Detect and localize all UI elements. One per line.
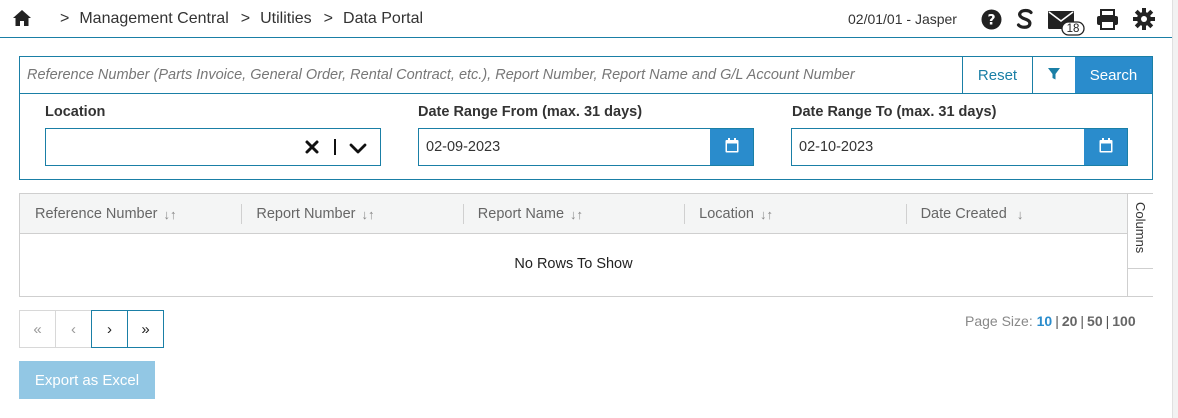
breadcrumb: > Management Central > Utilities > Data … <box>60 10 435 28</box>
first-page-button[interactable]: « <box>19 310 56 348</box>
column-header-location[interactable]: Location ↓↑ <box>684 194 905 234</box>
column-header-report-name[interactable]: Report Name ↓↑ <box>462 194 684 234</box>
search-button[interactable]: Search <box>1075 57 1152 93</box>
page-size-20[interactable]: 20 <box>1062 313 1078 329</box>
page-size-label: Page Size: <box>965 313 1033 329</box>
column-label: Date Created <box>920 206 1007 222</box>
page-size-separator: | <box>1080 313 1085 329</box>
chevron-down-icon[interactable] <box>348 140 368 156</box>
sort-icon: ↓↑ <box>361 206 375 222</box>
page-size-selector: Page Size: 10 | 20 | 50 | 100 <box>965 313 1136 329</box>
next-page-button[interactable]: › <box>91 310 128 348</box>
prev-page-button[interactable]: ‹ <box>55 310 92 348</box>
calendar-icon <box>725 138 739 156</box>
date-to-calendar-button[interactable] <box>1084 129 1127 165</box>
top-navigation-bar: > Management Central > Utilities > Data … <box>0 0 1172 38</box>
location-label: Location <box>45 104 106 120</box>
results-grid: Reference Number ↓↑ Report Number ↓↑ Rep… <box>19 193 1153 297</box>
svg-text:?: ? <box>987 12 995 28</box>
mail-count-badge: 18 <box>1066 23 1080 35</box>
s-logo-icon[interactable] <box>1014 8 1036 30</box>
breadcrumb-data-portal: Data Portal <box>343 10 424 27</box>
help-icon[interactable]: ? <box>980 8 1002 30</box>
scrollbar[interactable] <box>1172 0 1178 418</box>
filter-button[interactable] <box>1032 57 1075 93</box>
select-divider <box>334 139 336 155</box>
user-info: 02/01/01 - Jasper <box>848 11 957 27</box>
search-bar: Reset Search <box>19 56 1153 94</box>
calendar-icon <box>1099 138 1113 156</box>
date-to-input[interactable] <box>792 129 1084 165</box>
page-size-10[interactable]: 10 <box>1037 313 1053 329</box>
column-header-reference-number[interactable]: Reference Number ↓↑ <box>20 194 241 234</box>
pagination: « ‹ › » <box>19 310 164 348</box>
column-header-date-created[interactable]: Date Created ↓ <box>905 194 1127 234</box>
search-input[interactable] <box>20 57 962 93</box>
grid-header: Reference Number ↓↑ Report Number ↓↑ Rep… <box>20 194 1127 234</box>
sort-down-icon: ↓ <box>1016 206 1024 222</box>
clear-icon[interactable] <box>304 138 320 156</box>
sort-icon: ↓↑ <box>760 206 773 222</box>
sort-icon: ↓↑ <box>163 206 177 222</box>
sort-icon: ↓↑ <box>570 206 584 222</box>
page-size-separator: | <box>1105 313 1110 329</box>
export-excel-button[interactable]: Export as Excel <box>19 361 155 399</box>
home-icon[interactable] <box>12 9 32 27</box>
page-size-separator: | <box>1055 313 1059 329</box>
date-from-label: Date Range From (max. 31 days) <box>418 104 643 120</box>
column-label: Location <box>699 206 754 222</box>
page-size-100[interactable]: 100 <box>1112 313 1135 329</box>
page-size-50[interactable]: 50 <box>1087 313 1103 329</box>
date-from-picker <box>418 128 754 166</box>
column-label: Reference Number <box>35 206 158 222</box>
print-icon[interactable] <box>1095 8 1119 30</box>
mail-icon[interactable]: 18 <box>1047 8 1085 36</box>
date-from-input[interactable] <box>419 129 710 165</box>
date-from-calendar-button[interactable] <box>710 129 753 165</box>
columns-panel-tab[interactable]: Columns <box>1127 194 1153 269</box>
location-select[interactable] <box>45 128 381 166</box>
reset-button[interactable]: Reset <box>962 57 1032 93</box>
breadcrumb-utilities[interactable]: Utilities <box>260 10 312 28</box>
breadcrumb-separator: > <box>323 10 334 27</box>
breadcrumb-management-central[interactable]: Management Central <box>79 10 228 28</box>
columns-tab-label: Columns <box>1133 202 1148 254</box>
side-bar <box>1127 269 1153 296</box>
breadcrumb-separator: > <box>240 10 251 27</box>
date-to-label: Date Range To (max. 31 days) <box>792 104 997 120</box>
filter-panel: Location Date Range From (max. 31 days) … <box>19 93 1153 180</box>
empty-message: No Rows To Show <box>514 256 633 272</box>
column-label: Report Number <box>256 206 356 222</box>
last-page-button[interactable]: » <box>127 310 164 348</box>
date-to-picker <box>791 128 1128 166</box>
column-header-report-number[interactable]: Report Number ↓↑ <box>241 194 462 234</box>
filter-icon <box>1048 67 1060 83</box>
column-label: Report Name <box>477 206 565 222</box>
breadcrumb-separator: > <box>60 10 70 27</box>
gear-icon[interactable] <box>1132 8 1156 30</box>
